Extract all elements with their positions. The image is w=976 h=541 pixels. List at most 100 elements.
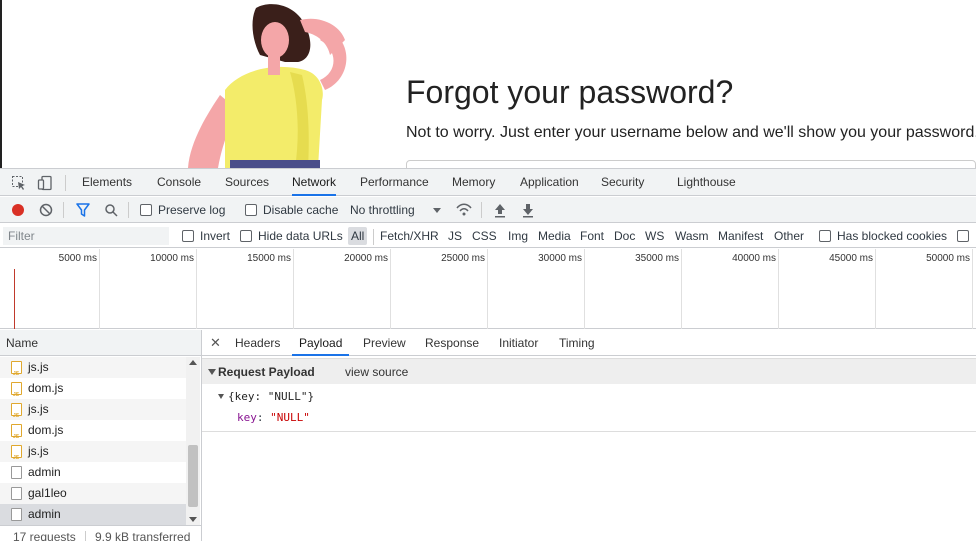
request-row[interactable]: js.js xyxy=(0,357,186,385)
tab-initiator[interactable]: Initiator xyxy=(499,330,538,356)
scroll-up-arrow-icon[interactable] xyxy=(189,360,197,365)
disable-cache-checkbox[interactable]: Disable cache xyxy=(245,197,338,223)
tab-elements[interactable]: Elements xyxy=(82,169,132,196)
throttling-value: No throttling xyxy=(350,203,415,217)
script-file-icon xyxy=(11,403,22,427)
request-row[interactable]: admin xyxy=(0,462,186,483)
timeline-tick-label: 40000 ms xyxy=(732,253,776,264)
export-har-icon[interactable] xyxy=(521,197,535,223)
script-file-icon xyxy=(11,382,22,406)
tab-preview[interactable]: Preview xyxy=(363,330,406,356)
devtools-panel: Elements Console Sources Network Perform… xyxy=(0,168,976,541)
expand-triangle-icon[interactable] xyxy=(208,369,216,375)
timeline-tick-label: 45000 ms xyxy=(829,253,873,264)
document-file-icon xyxy=(11,487,22,500)
summary-divider xyxy=(85,531,86,541)
request-name: js.js xyxy=(28,444,49,458)
tab-application[interactable]: Application xyxy=(520,169,579,196)
payload-summary-text: {key: "NULL"} xyxy=(228,390,315,403)
filter-type-other[interactable]: Other xyxy=(771,224,807,248)
tab-timing[interactable]: Timing xyxy=(559,330,595,356)
timeline-column: 45000 ms xyxy=(779,249,876,329)
throttling-select[interactable]: No throttling xyxy=(350,197,415,223)
checkbox-icon[interactable] xyxy=(245,204,257,216)
close-icon[interactable]: ✕ xyxy=(210,330,221,356)
load-event-marker xyxy=(14,269,15,329)
checkbox-icon[interactable] xyxy=(182,230,194,242)
timeline-column: 30000 ms xyxy=(488,249,585,329)
filter-type-fetch-xhr[interactable]: Fetch/XHR xyxy=(377,224,442,248)
request-list-scrollbar[interactable] xyxy=(186,357,200,525)
web-page: Forgot your password? Not to worry. Just… xyxy=(0,0,976,168)
filter-type-img[interactable]: Img xyxy=(505,224,531,248)
scroll-down-arrow-icon[interactable] xyxy=(189,517,197,522)
tab-console[interactable]: Console xyxy=(157,169,201,196)
tab-sources[interactable]: Sources xyxy=(225,169,269,196)
tab-security[interactable]: Security xyxy=(601,169,644,196)
filter-type-font[interactable]: Font xyxy=(577,224,607,248)
record-button[interactable] xyxy=(11,197,25,223)
request-row[interactable]: gal1leo xyxy=(0,483,186,504)
filter-type-media[interactable]: Media xyxy=(535,224,574,248)
tab-network[interactable]: Network xyxy=(292,169,337,196)
tab-performance[interactable]: Performance xyxy=(360,169,429,196)
filter-type-ws[interactable]: WS xyxy=(642,224,667,248)
hide-data-urls-label: Hide data URLs xyxy=(258,229,343,243)
username-input[interactable] xyxy=(406,160,976,168)
request-row[interactable]: dom.js xyxy=(0,378,186,406)
filter-type-doc[interactable]: Doc xyxy=(611,224,638,248)
checkbox-icon[interactable] xyxy=(140,204,152,216)
preserve-log-label: Preserve log xyxy=(158,203,226,217)
clear-icon[interactable] xyxy=(39,197,53,223)
import-har-icon[interactable] xyxy=(493,197,507,223)
tab-headers[interactable]: Headers xyxy=(235,330,280,356)
checkbox-icon[interactable] xyxy=(240,230,252,242)
filter-type-all[interactable]: All xyxy=(348,227,368,245)
toolbar-divider xyxy=(63,202,64,218)
request-row[interactable]: js.js xyxy=(0,441,186,469)
timeline-overview[interactable]: 5000 ms 10000 ms 15000 ms 20000 ms 25000… xyxy=(0,249,976,329)
network-summary-bar: 17 requests 9.9 kB transferred xyxy=(0,525,202,541)
filter-icon[interactable] xyxy=(76,197,90,223)
request-list-pane: Name js.js dom.js js.js dom.js js.js adm… xyxy=(0,330,202,541)
tab-payload[interactable]: Payload xyxy=(292,330,350,356)
request-payload-section-header[interactable]: Request Payload view source xyxy=(202,358,976,384)
tab-memory[interactable]: Memory xyxy=(452,169,495,196)
dropdown-arrow-icon[interactable] xyxy=(432,197,442,223)
filter-type-css[interactable]: CSS xyxy=(469,224,500,248)
invert-checkbox[interactable]: Invert xyxy=(182,224,230,248)
timeline-tick-label: 5000 ms xyxy=(58,253,97,264)
request-details-pane: ✕ Headers Payload Preview Response Initi… xyxy=(202,330,976,541)
filter-type-manifest[interactable]: Manifest xyxy=(715,224,766,248)
inspect-element-icon[interactable] xyxy=(11,175,27,191)
request-row-selected[interactable]: admin xyxy=(0,504,186,525)
request-row[interactable]: dom.js xyxy=(0,420,186,448)
hide-data-urls-checkbox[interactable]: Hide data URLs xyxy=(240,224,343,248)
has-blocked-cookies-checkbox[interactable]: Has blocked cookies xyxy=(819,224,947,248)
view-source-link[interactable]: view source xyxy=(345,359,408,385)
name-column-header[interactable]: Name xyxy=(0,330,201,356)
script-file-icon xyxy=(11,361,22,385)
timeline-column: 40000 ms xyxy=(682,249,779,329)
filter-type-js[interactable]: JS xyxy=(445,224,465,248)
checkbox-icon[interactable] xyxy=(957,230,969,242)
tab-bar-divider xyxy=(65,175,66,191)
search-icon[interactable] xyxy=(104,197,118,223)
request-list: js.js dom.js js.js dom.js js.js admin ga… xyxy=(0,357,186,525)
timeline-column: 25000 ms xyxy=(391,249,488,329)
device-toolbar-icon[interactable] xyxy=(37,175,53,191)
network-conditions-icon[interactable] xyxy=(455,197,473,223)
expand-triangle-icon[interactable] xyxy=(218,394,224,399)
filter-input[interactable]: Filter xyxy=(3,227,169,245)
filter-type-wasm[interactable]: Wasm xyxy=(672,224,712,248)
tab-response[interactable]: Response xyxy=(425,330,479,356)
woman-illustration xyxy=(188,4,347,168)
timeline-tick-label: 35000 ms xyxy=(635,253,679,264)
tab-lighthouse[interactable]: Lighthouse xyxy=(677,169,736,196)
request-row[interactable]: js.js xyxy=(0,399,186,427)
preserve-log-checkbox[interactable]: Preserve log xyxy=(140,197,225,223)
payload-object-summary[interactable]: {key: "NULL"} xyxy=(218,390,314,403)
scrollbar-thumb[interactable] xyxy=(188,445,198,507)
checkbox-icon[interactable] xyxy=(819,230,831,242)
blocked-requests-checkbox[interactable] xyxy=(957,224,975,248)
